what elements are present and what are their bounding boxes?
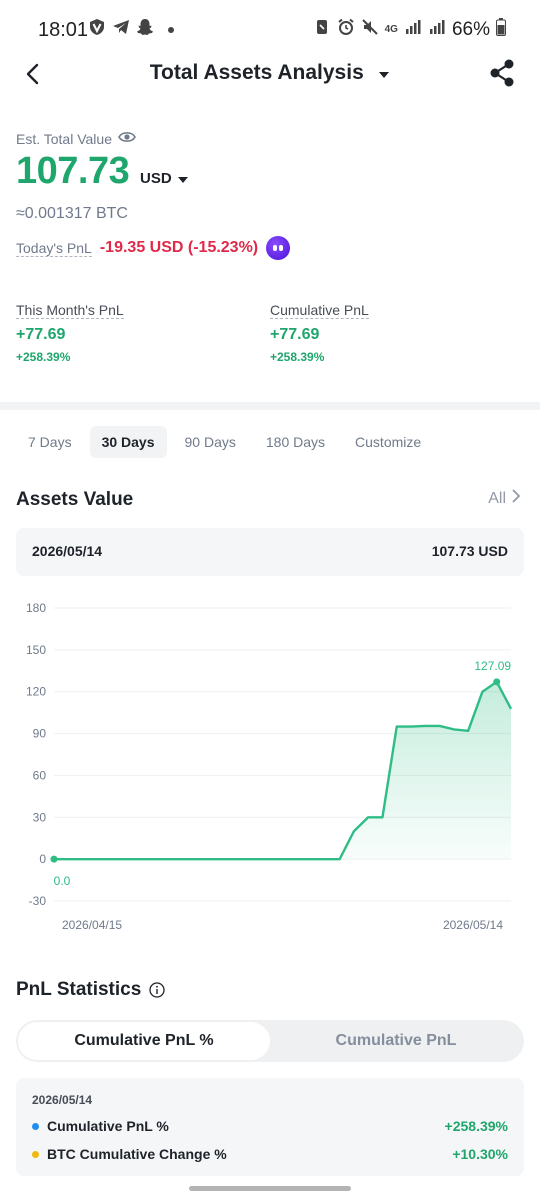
system-icons: 4G 66% (313, 18, 506, 41)
stat-row-name: BTC Cumulative Change % (47, 1146, 227, 1162)
all-link[interactable]: All (488, 489, 521, 508)
y-tick-label: 60 (33, 768, 47, 782)
cumulative-pnl-value: +77.69 (270, 326, 320, 343)
app-header: Total Assets Analysis (0, 50, 540, 98)
tab-30-days[interactable]: 30 Days (89, 426, 167, 458)
month-pnl-label[interactable]: This Month's PnL (16, 302, 124, 319)
network-type-label: 4G (384, 24, 398, 35)
tab-customize[interactable]: Customize (343, 426, 433, 458)
peak-value-label: 127.09 (474, 659, 511, 673)
total-value: 107.73 (16, 150, 130, 192)
tab-180-days[interactable]: 180 Days (254, 426, 337, 458)
y-tick-label: 30 (33, 810, 47, 824)
x-tick-label: 2026/05/14 (443, 918, 503, 932)
battery-icon (496, 18, 506, 41)
tab-7-days[interactable]: 7 Days (16, 426, 84, 458)
y-tick-label: 90 (33, 727, 47, 741)
x-tick-label: 2026/04/15 (62, 918, 122, 932)
stat-row: BTC Cumulative Change % +10.30% (32, 1146, 508, 1162)
segment-cumulative-pnl[interactable]: Cumulative PnL (270, 1022, 522, 1060)
series-area (54, 681, 511, 860)
tab-90-days[interactable]: 90 Days (173, 426, 248, 458)
more-notifications-dot (168, 26, 174, 33)
telegram-icon (112, 18, 130, 41)
y-tick-label: 0 (39, 852, 46, 866)
pnl-segment-control: Cumulative PnL % Cumulative PnL (16, 1020, 524, 1062)
stat-row-value: +10.30% (452, 1146, 508, 1162)
selected-date: 2026/05/14 (32, 543, 103, 559)
stat-date: 2026/05/14 (32, 1093, 93, 1107)
stat-row-name: Cumulative PnL % (47, 1118, 169, 1134)
selected-value: 107.73 USD (431, 543, 508, 559)
stat-row: Cumulative PnL % +258.39% (32, 1118, 508, 1134)
mute-icon (361, 18, 379, 41)
mascot-icon[interactable] (266, 236, 291, 260)
segment-cumulative-pnl-percent[interactable]: Cumulative PnL % (18, 1022, 270, 1060)
month-pnl-card: This Month's PnL +77.69 +258.39% (16, 302, 124, 364)
range-tabs: 7 Days 30 Days 90 Days 180 Days Customiz… (16, 426, 433, 458)
pnl-stat-box: 2026/05/14 Cumulative PnL % +258.39% BTC… (16, 1078, 524, 1176)
status-time: 18:01 (38, 19, 89, 41)
month-pnl-percent: +258.39% (16, 350, 71, 364)
notification-icons (88, 18, 174, 41)
share-button[interactable] (488, 58, 516, 88)
assets-value-chart[interactable]: 180 150 120 90 60 30 0 -30 0.0 127.09 2026/04/15 20… (0, 590, 540, 940)
chevron-right-icon (512, 489, 521, 508)
peak-point (493, 678, 501, 686)
cumulative-pnl-percent: +258.39% (270, 350, 325, 364)
battery-percent: 66% (451, 18, 490, 40)
selected-value-box: 2026/05/14 107.73 USD (16, 528, 524, 576)
assets-value-title: Assets Value (16, 489, 134, 510)
signal-icon (404, 18, 422, 41)
start-value-label: 0.0 (54, 874, 71, 888)
page-title: Total Assets Analysis (149, 61, 364, 84)
section-divider (0, 402, 540, 410)
alarm-icon (337, 18, 355, 41)
snapchat-icon (136, 18, 154, 41)
eye-icon[interactable] (118, 130, 136, 147)
est-total-value-label: Est. Total Value (16, 130, 136, 147)
cumulative-pnl-card: Cumulative PnL +77.69 +258.39% (270, 302, 369, 364)
y-tick-label: -30 (29, 894, 47, 908)
today-pnl-value: -19.35 USD (-15.23%) (99, 239, 259, 256)
start-point (50, 855, 58, 863)
pnl-statistics-header: PnL Statistics (16, 979, 165, 1001)
yellow-dot-icon (32, 1150, 39, 1158)
cumulative-pnl-label[interactable]: Cumulative PnL (270, 302, 369, 319)
signal-icon-2 (428, 18, 446, 41)
currency-selector[interactable]: USD (140, 170, 188, 187)
btc-equivalent: ≈0.001317 BTC (16, 205, 128, 222)
share-icon (490, 59, 514, 87)
today-pnl: Today's PnL -19.35 USD (-15.23%) (16, 236, 291, 260)
title-dropdown[interactable]: Total Assets Analysis (0, 61, 540, 85)
stat-row-value: +258.39% (444, 1118, 508, 1134)
today-pnl-label[interactable]: Today's PnL (16, 240, 92, 257)
month-pnl-value: +77.69 (16, 326, 66, 343)
pnl-statistics-title: PnL Statistics (16, 979, 142, 1000)
y-tick-label: 120 (26, 685, 46, 699)
y-tick-label: 150 (26, 643, 46, 657)
home-indicator[interactable] (189, 1186, 351, 1191)
caret-down-icon (378, 66, 390, 84)
vpn-icon (88, 18, 106, 41)
nfc-icon (313, 18, 331, 41)
caret-down-icon (177, 170, 188, 187)
info-icon[interactable] (149, 982, 165, 998)
blue-dot-icon (32, 1122, 39, 1130)
y-tick-label: 180 (26, 601, 46, 615)
